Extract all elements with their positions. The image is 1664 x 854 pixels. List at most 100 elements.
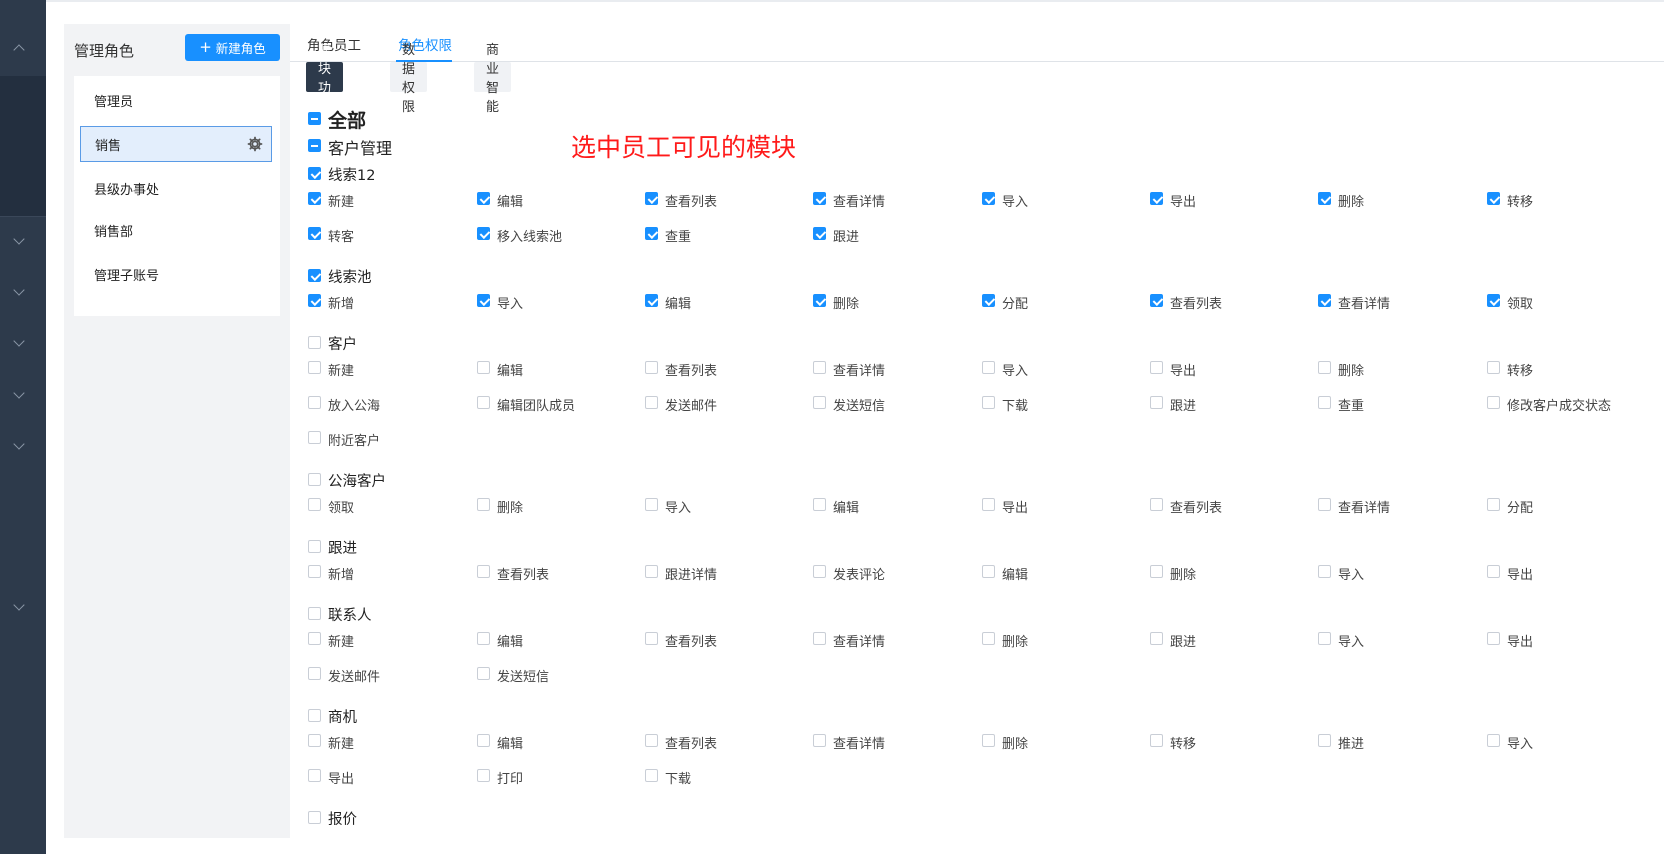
- permission-checkbox[interactable]: [308, 227, 321, 240]
- gear-icon[interactable]: [247, 136, 263, 152]
- section-checkbox[interactable]: [308, 139, 321, 152]
- chevron-down-icon[interactable]: [13, 233, 25, 245]
- permission-checkbox[interactable]: [1150, 396, 1163, 409]
- subtab-data-permissions[interactable]: 数据权限: [390, 43, 428, 115]
- permission-checkbox[interactable]: [308, 565, 321, 578]
- permission-checkbox[interactable]: [1487, 192, 1500, 205]
- permission-checkbox[interactable]: [308, 431, 321, 444]
- permission-checkbox[interactable]: [1318, 565, 1331, 578]
- permission-checkbox[interactable]: [645, 361, 658, 374]
- permission-checkbox[interactable]: [982, 294, 995, 307]
- permission-checkbox[interactable]: [308, 294, 321, 307]
- permission-checkbox[interactable]: [813, 734, 826, 747]
- permission-checkbox[interactable]: [645, 294, 658, 307]
- permission-checkbox[interactable]: [477, 294, 490, 307]
- permission-checkbox[interactable]: [1150, 192, 1163, 205]
- permission-checkbox[interactable]: [477, 734, 490, 747]
- chevron-down-icon[interactable]: [13, 438, 25, 450]
- permission-checkbox[interactable]: [982, 498, 995, 511]
- group-checkbox[interactable]: [308, 473, 321, 486]
- permission-checkbox[interactable]: [982, 192, 995, 205]
- permission-checkbox[interactable]: [477, 227, 490, 240]
- role-item[interactable]: 管理子账号: [74, 256, 280, 292]
- permission-checkbox[interactable]: [1318, 396, 1331, 409]
- permission-checkbox[interactable]: [645, 227, 658, 240]
- group-checkbox[interactable]: [308, 336, 321, 349]
- permission-checkbox[interactable]: [308, 396, 321, 409]
- permission-checkbox[interactable]: [308, 632, 321, 645]
- permission-checkbox[interactable]: [813, 361, 826, 374]
- chevron-down-icon[interactable]: [13, 284, 25, 296]
- permission-checkbox[interactable]: [982, 396, 995, 409]
- subtab-business-intelligence[interactable]: 商业智能: [474, 43, 512, 115]
- permission-checkbox[interactable]: [982, 632, 995, 645]
- permission-checkbox[interactable]: [308, 769, 321, 782]
- permission-checkbox[interactable]: [813, 227, 826, 240]
- group-checkbox[interactable]: [308, 269, 321, 282]
- permission-checkbox[interactable]: [645, 632, 658, 645]
- permission-checkbox[interactable]: [1487, 498, 1500, 511]
- permission-checkbox[interactable]: [1150, 498, 1163, 511]
- permission-checkbox[interactable]: [477, 632, 490, 645]
- permission-checkbox[interactable]: [645, 734, 658, 747]
- permission-checkbox[interactable]: [1150, 361, 1163, 374]
- group-checkbox[interactable]: [308, 167, 321, 180]
- permission-checkbox[interactable]: [308, 734, 321, 747]
- permission-checkbox[interactable]: [813, 498, 826, 511]
- nav-active-section[interactable]: [0, 76, 46, 216]
- permission-checkbox[interactable]: [1318, 498, 1331, 511]
- permission-checkbox[interactable]: [1487, 734, 1500, 747]
- permission-checkbox[interactable]: [308, 498, 321, 511]
- permission-checkbox[interactable]: [1318, 734, 1331, 747]
- permission-checkbox[interactable]: [477, 192, 490, 205]
- permission-checkbox[interactable]: [645, 769, 658, 782]
- role-item[interactable]: 销售: [80, 126, 272, 162]
- permission-checkbox[interactable]: [813, 632, 826, 645]
- permission-checkbox[interactable]: [645, 565, 658, 578]
- permission-checkbox[interactable]: [1318, 294, 1331, 307]
- permission-checkbox[interactable]: [1487, 361, 1500, 374]
- permission-checkbox[interactable]: [1487, 565, 1500, 578]
- permission-checkbox[interactable]: [308, 192, 321, 205]
- permission-checkbox[interactable]: [308, 361, 321, 374]
- group-checkbox[interactable]: [308, 607, 321, 620]
- select-all-checkbox[interactable]: [308, 112, 321, 125]
- permission-checkbox[interactable]: [813, 192, 826, 205]
- permission-checkbox[interactable]: [1318, 361, 1331, 374]
- chevron-down-icon[interactable]: [13, 335, 25, 347]
- permission-checkbox[interactable]: [813, 565, 826, 578]
- permission-checkbox[interactable]: [1150, 632, 1163, 645]
- new-role-button[interactable]: + 新建角色: [185, 34, 280, 61]
- permission-checkbox[interactable]: [308, 667, 321, 680]
- permission-checkbox[interactable]: [982, 565, 995, 578]
- permission-checkbox[interactable]: [477, 396, 490, 409]
- chevron-down-icon[interactable]: [13, 599, 25, 611]
- permission-checkbox[interactable]: [813, 396, 826, 409]
- permission-checkbox[interactable]: [645, 498, 658, 511]
- permission-checkbox[interactable]: [1150, 734, 1163, 747]
- group-checkbox[interactable]: [308, 811, 321, 824]
- permission-checkbox[interactable]: [1318, 632, 1331, 645]
- permission-checkbox[interactable]: [1318, 192, 1331, 205]
- permission-checkbox[interactable]: [477, 565, 490, 578]
- tab-role-employees[interactable]: 角色员工: [307, 34, 361, 54]
- permission-checkbox[interactable]: [477, 769, 490, 782]
- permission-checkbox[interactable]: [1487, 632, 1500, 645]
- chevron-down-icon[interactable]: [13, 387, 25, 399]
- group-checkbox[interactable]: [308, 540, 321, 553]
- permission-checkbox[interactable]: [477, 361, 490, 374]
- role-item[interactable]: 管理员: [74, 82, 280, 118]
- permission-checkbox[interactable]: [1150, 294, 1163, 307]
- permission-checkbox[interactable]: [1487, 294, 1500, 307]
- chevron-up-icon[interactable]: [13, 44, 25, 56]
- permission-checkbox[interactable]: [645, 192, 658, 205]
- subtab-module-functions[interactable]: 模块功能: [306, 43, 344, 115]
- group-checkbox[interactable]: [308, 709, 321, 722]
- permission-checkbox[interactable]: [477, 498, 490, 511]
- role-item[interactable]: 销售部: [74, 212, 280, 248]
- permission-checkbox[interactable]: [477, 667, 490, 680]
- role-item[interactable]: 县级办事处: [74, 170, 280, 206]
- permission-checkbox[interactable]: [813, 294, 826, 307]
- permission-checkbox[interactable]: [1150, 565, 1163, 578]
- permission-checkbox[interactable]: [645, 396, 658, 409]
